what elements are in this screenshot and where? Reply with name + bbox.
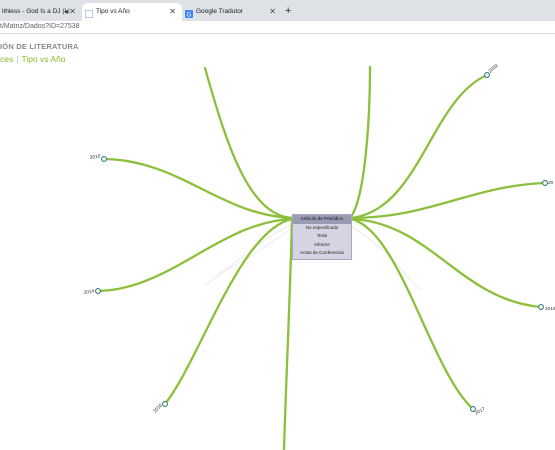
label-2017: 2017	[474, 406, 487, 417]
link-top-left	[203, 66, 294, 220]
label-20: 20	[548, 180, 554, 186]
type-year-graph: 2009 2010 20 2014 2015 2016 2017	[83, 63, 555, 450]
link-2014	[96, 217, 294, 293]
type-item-no-especificado[interactable]: No especificado	[293, 224, 351, 233]
link-2016	[163, 217, 294, 406]
link-2010	[102, 157, 294, 220]
node-2015[interactable]	[538, 304, 544, 310]
node-2017[interactable]	[470, 406, 476, 412]
type-item-informe[interactable]: Informe	[293, 241, 351, 250]
type-list: Artículo de Periódico No especificado Te…	[292, 214, 352, 260]
link-2015	[349, 217, 543, 309]
label-2010: 2010	[89, 154, 101, 161]
node-2010[interactable]	[101, 156, 107, 162]
type-item-actas[interactable]: Actas de Conferencia	[293, 249, 351, 258]
node-2009[interactable]	[484, 72, 490, 78]
label-2009: 2009	[487, 63, 499, 75]
link-top	[348, 65, 372, 220]
type-item-tesis[interactable]: Tesis	[293, 232, 351, 241]
label-2015: 2015	[545, 306, 555, 312]
node-2016[interactable]	[162, 401, 168, 407]
type-item-articulo[interactable]: Artículo de Periódico	[293, 215, 351, 224]
label-2014: 2014	[83, 288, 95, 296]
node-20[interactable]	[542, 180, 548, 186]
link-bottom	[282, 217, 294, 450]
link-2017	[349, 217, 475, 411]
link-20	[349, 181, 547, 220]
node-2014[interactable]	[95, 288, 101, 294]
